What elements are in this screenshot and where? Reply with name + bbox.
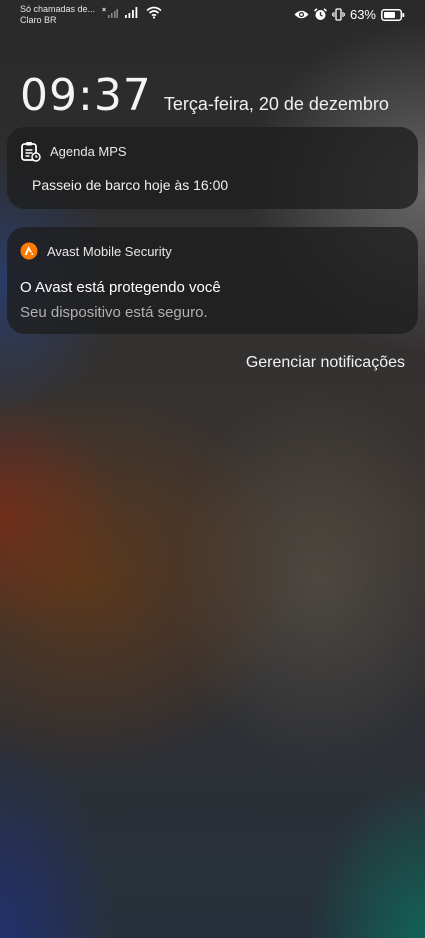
notification-header: Avast Mobile Security — [20, 242, 172, 260]
battery-icon — [381, 8, 405, 21]
lockscreen-clock-row: 09:37 Terça-feira, 20 de dezembro — [20, 70, 389, 121]
wifi-icon — [146, 6, 162, 19]
signal-x-icon: × — [102, 6, 118, 19]
status-right: 63% — [294, 7, 405, 22]
status-notice: Só chamadas de... — [20, 4, 96, 14]
battery-percent: 63% — [349, 7, 376, 22]
lockscreen-time: 09:37 — [20, 70, 152, 121]
vibrate-icon — [331, 8, 345, 21]
avast-logo-icon — [20, 242, 38, 260]
svg-text:×: × — [102, 7, 106, 14]
manage-notifications-button[interactable]: Gerenciar notificações — [246, 354, 405, 372]
status-bar: Só chamadas de... Claro BR × 63% — [0, 0, 425, 32]
notification-header: Agenda MPS — [20, 141, 127, 162]
status-left: Só chamadas de... Claro BR — [20, 4, 95, 26]
notification-app-name: Avast Mobile Security — [47, 243, 172, 259]
signal-icon — [125, 6, 139, 19]
notification-title: O Avast está protegendo você — [20, 279, 221, 296]
calendar-note-icon — [20, 141, 41, 162]
eye-icon — [294, 9, 309, 20]
notification-avast[interactable]: Avast Mobile Security O Avast está prote… — [7, 227, 418, 334]
signal-group: × — [102, 6, 162, 19]
notification-body: Passeio de barco hoje às 16:00 — [32, 177, 229, 193]
lockscreen-date: Terça-feira, 20 de dezembro — [163, 94, 389, 114]
alarm-icon — [313, 8, 327, 21]
carrier-name: Claro BR — [20, 15, 57, 25]
notification-text: Seu dispositivo está seguro. — [20, 304, 208, 321]
notification-app-name: Agenda MPS — [50, 144, 127, 159]
notification-agenda[interactable]: Agenda MPS Passeio de barco hoje às 16:0… — [7, 127, 418, 209]
